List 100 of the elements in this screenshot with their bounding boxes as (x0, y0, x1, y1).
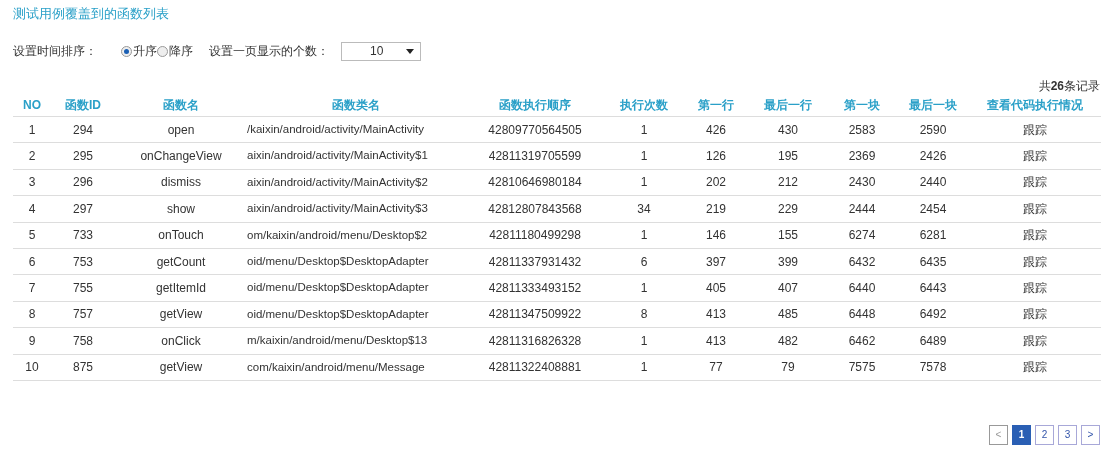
table-cell: 8 (13, 301, 51, 328)
table-cell: getView (115, 301, 247, 328)
table-cell: 297 (51, 195, 115, 223)
table-cell: 1 (605, 116, 683, 143)
table-cell: 1 (605, 327, 683, 354)
table-cell: 6440 (827, 274, 897, 302)
table-cell: 212 (749, 169, 827, 196)
radio-option[interactable]: 降序 (157, 42, 193, 60)
table-cell: show (115, 195, 247, 223)
table-cell: aixin/android/activity/MainActivity$1 (247, 142, 465, 170)
table-cell: 229 (749, 195, 827, 223)
table-cell: 42811316826328 (465, 327, 605, 354)
table-cell: 733 (51, 222, 115, 249)
table-cell: /kaixin/android/activity/MainActivity (247, 116, 465, 143)
table-cell: 219 (683, 195, 749, 223)
table-cell: 482 (749, 327, 827, 354)
trace-link[interactable]: 跟踪 (969, 274, 1101, 302)
trace-link[interactable]: 跟踪 (969, 169, 1101, 196)
table-cell: 7575 (827, 354, 897, 381)
trace-link[interactable]: 跟踪 (969, 301, 1101, 328)
table-cell: oid/menu/Desktop$DesktopAdapter (247, 248, 465, 275)
column-header: NO (13, 94, 51, 117)
table-cell: 2430 (827, 169, 897, 196)
table-cell: 2 (13, 142, 51, 170)
trace-link[interactable]: 跟踪 (969, 195, 1101, 223)
table-cell: 2583 (827, 116, 897, 143)
table-cell: 5 (13, 222, 51, 249)
table-cell: getItemId (115, 274, 247, 302)
table-cell: 6 (605, 248, 683, 275)
table-cell: 42811333493152 (465, 274, 605, 302)
trace-link[interactable]: 跟踪 (969, 354, 1101, 381)
page-button[interactable]: 3 (1058, 424, 1077, 445)
table-cell: 405 (683, 274, 749, 302)
table-cell: 42810646980184 (465, 169, 605, 196)
table-cell: 126 (683, 142, 749, 170)
table-cell: 6448 (827, 301, 897, 328)
trace-link[interactable]: 跟踪 (969, 327, 1101, 354)
record-count: 共26条记录 (1038, 78, 1100, 93)
table-cell: 42811180499298 (465, 222, 605, 249)
trace-link[interactable]: 跟踪 (969, 222, 1101, 249)
table-cell: 875 (51, 354, 115, 381)
table-cell: 430 (749, 116, 827, 143)
table-cell: 77 (683, 354, 749, 381)
column-header: 函数执行顺序 (465, 94, 605, 117)
page-size-label: 设置一页显示的个数： (209, 43, 329, 60)
table-cell: 1 (13, 116, 51, 143)
table-cell: 202 (683, 169, 749, 196)
sort-label: 设置时间排序： (13, 43, 97, 60)
table-cell: 6 (13, 248, 51, 275)
table-cell: 8 (605, 301, 683, 328)
table-cell: aixin/android/activity/MainActivity$2 (247, 169, 465, 196)
table-cell: com/kaixin/android/menu/Message (247, 354, 465, 381)
table-cell: getView (115, 354, 247, 381)
page-button[interactable]: 1 (1012, 424, 1031, 445)
radio-option[interactable]: 升序 (121, 42, 157, 60)
table-cell: 42809770564505 (465, 116, 605, 143)
caret-icon (406, 48, 414, 54)
table-cell: 426 (683, 116, 749, 143)
table-cell: 296 (51, 169, 115, 196)
table-cell: 6281 (897, 222, 969, 249)
table-cell: 399 (749, 248, 827, 275)
table-cell: getCount (115, 248, 247, 275)
table-cell: oid/menu/Desktop$DesktopAdapter (247, 301, 465, 328)
table-cell: 1 (605, 274, 683, 302)
table-cell: 6435 (897, 248, 969, 275)
table-cell: aixin/android/activity/MainActivity$3 (247, 195, 465, 223)
page-button[interactable]: > (1081, 424, 1100, 445)
table-cell: 2426 (897, 142, 969, 170)
table-cell: 10 (13, 354, 51, 381)
table-cell: 155 (749, 222, 827, 249)
table-cell: 195 (749, 142, 827, 170)
table-cell: 485 (749, 301, 827, 328)
trace-link[interactable]: 跟踪 (969, 116, 1101, 143)
table-cell: 753 (51, 248, 115, 275)
column-header: 函数类名 (247, 94, 465, 117)
table-cell: 2444 (827, 195, 897, 223)
table-cell: onClick (115, 327, 247, 354)
column-header: 最后一块 (897, 94, 969, 117)
column-header: 第一行 (683, 94, 749, 117)
column-header: 函数ID (51, 94, 115, 117)
table-cell: 42811347509922 (465, 301, 605, 328)
table-cell: onChangeView (115, 142, 247, 170)
page-button[interactable]: 2 (1035, 424, 1054, 445)
table-cell: 1 (605, 222, 683, 249)
table-cell: 397 (683, 248, 749, 275)
table-cell: 9 (13, 327, 51, 354)
table-cell: 6443 (897, 274, 969, 302)
trace-link[interactable]: 跟踪 (969, 142, 1101, 170)
table-cell: 2454 (897, 195, 969, 223)
table-cell: 34 (605, 195, 683, 223)
table-cell: om/kaixin/android/menu/Desktop$2 (247, 222, 465, 249)
page-size-select[interactable]: 10 (341, 41, 421, 61)
table-cell: 42811319705599 (465, 142, 605, 170)
table-cell: m/kaixin/android/menu/Desktop$13 (247, 327, 465, 354)
table-cell: 4 (13, 195, 51, 223)
trace-link[interactable]: 跟踪 (969, 248, 1101, 275)
table-cell: 6274 (827, 222, 897, 249)
table-cell: 2440 (897, 169, 969, 196)
column-header: 函数名 (115, 94, 247, 117)
table-cell: 2590 (897, 116, 969, 143)
